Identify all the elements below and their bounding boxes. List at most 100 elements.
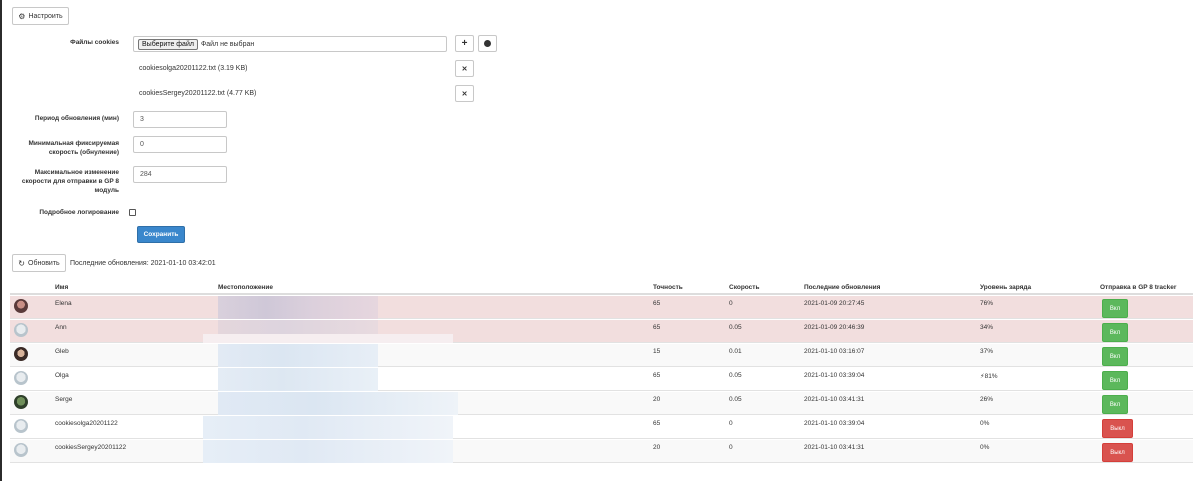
refresh-button[interactable]: ↻ Обновить [12, 254, 66, 272]
min-speed-label-line: скорость (обнуление) [48, 149, 119, 156]
settings-button[interactable]: ⚙ Настроить [12, 7, 69, 25]
toggle-send-button[interactable]: Вкл [1102, 299, 1128, 318]
avatar [14, 371, 28, 385]
location-redacted [218, 296, 378, 319]
save-button[interactable]: Сохранить [137, 226, 185, 243]
toggle-send-button[interactable]: Вкл [1102, 371, 1128, 390]
toggle-send-button[interactable]: Вкл [1102, 347, 1128, 366]
close-icon: ✕ [461, 65, 468, 73]
refresh-icon: ↻ [18, 258, 25, 268]
row-accuracy: 65 [653, 324, 661, 331]
plus-icon: + [461, 38, 468, 49]
header-name: Имя [55, 284, 69, 291]
row-name: cookiesSergey20201122 [55, 444, 127, 451]
row-name: Elena [55, 300, 72, 307]
avatar [14, 443, 28, 457]
toggle-send-button[interactable]: Выкл [1102, 419, 1133, 438]
header-accuracy: Точность [653, 284, 683, 291]
row-speed: 0 [729, 420, 733, 427]
table-row: Ann 65 0.05 2021-01-09 20:46:39 34% Вкл [10, 320, 1193, 343]
table-row: Elena 65 0 2021-01-09 20:27:45 76% Вкл [10, 296, 1193, 319]
avatar [14, 419, 28, 433]
row-battery: 76% [980, 300, 994, 307]
globe-icon [484, 40, 491, 47]
row-battery: 26% [980, 396, 994, 403]
row-updated: 2021-01-10 03:16:07 [804, 348, 865, 355]
row-updated: 2021-01-09 20:46:39 [804, 324, 865, 331]
row-updated: 2021-01-10 03:41:31 [804, 396, 865, 403]
row-accuracy: 20 [653, 396, 661, 403]
cookie-file-name: cookiesolga20201122.txt (3.19 KB) [139, 65, 248, 72]
google-login-button[interactable] [478, 35, 497, 52]
row-updated: 2021-01-10 03:39:04 [804, 420, 865, 427]
table-row: Gleb 15 0.01 2021-01-10 03:16:07 37% Вкл [10, 344, 1193, 367]
row-battery: 0% [980, 420, 990, 427]
row-name: Ann [55, 324, 67, 331]
toggle-send-button[interactable]: Вкл [1102, 395, 1128, 414]
remove-cookie-file-button[interactable]: ✕ [455, 85, 474, 102]
remove-cookie-file-button[interactable]: ✕ [455, 60, 474, 77]
row-accuracy: 20 [653, 444, 661, 451]
avatar [14, 347, 28, 361]
row-name: Olga [55, 372, 69, 379]
row-speed: 0 [729, 444, 733, 451]
row-updated: 2021-01-10 03:41:31 [804, 444, 865, 451]
min-speed-input[interactable]: 0 [133, 136, 227, 153]
refresh-button-label: Обновить [28, 259, 60, 267]
cookie-file-input[interactable]: Выберите файл Файл не выбран [133, 36, 447, 52]
table-row: Olga 65 0.05 2021-01-10 03:39:04 ⚡81% Вк… [10, 368, 1193, 391]
location-redacted [203, 416, 453, 439]
close-icon: ✕ [461, 90, 468, 98]
row-accuracy: 65 [653, 372, 661, 379]
row-speed: 0.05 [729, 372, 742, 379]
max-change-label-line: модуль [94, 187, 119, 194]
toggle-send-button[interactable]: Вкл [1102, 323, 1128, 342]
cookie-file-name: cookiesSergey20201122.txt (4.77 KB) [139, 90, 257, 97]
add-cookie-button[interactable]: + [455, 35, 474, 52]
avatar [14, 395, 28, 409]
max-change-input[interactable]: 284 [133, 166, 227, 183]
max-change-label-line: Максимальное изменение [34, 169, 119, 176]
row-speed: 0.01 [729, 348, 742, 355]
header-speed: Скорость [729, 284, 760, 291]
period-input[interactable]: 3 [133, 111, 227, 128]
avatar [14, 323, 28, 337]
row-name: Gleb [55, 348, 69, 355]
file-status: Файл не выбран [200, 40, 255, 48]
row-speed: 0 [729, 300, 733, 307]
row-battery-cell: ⚡81% [980, 372, 998, 380]
toggle-send-button[interactable]: Выкл [1102, 443, 1133, 462]
location-redacted [203, 334, 453, 343]
row-name: cookiesolga20201122 [55, 420, 118, 427]
row-accuracy: 65 [653, 300, 661, 307]
location-redacted [218, 368, 378, 391]
location-redacted [203, 440, 453, 463]
row-battery: 37% [980, 348, 994, 355]
row-battery: 0% [980, 444, 990, 451]
max-change-label-line: скорости для отправки в GP 8 [21, 178, 119, 185]
location-redacted [218, 392, 458, 415]
avatar [14, 299, 28, 313]
location-redacted [218, 344, 378, 367]
verbose-label: Подробное логирование [39, 209, 119, 216]
row-updated: 2021-01-10 03:39:04 [804, 372, 865, 379]
row-name: Serge [55, 396, 73, 403]
header-location: Местоположение [218, 284, 273, 291]
verbose-checkbox[interactable] [129, 209, 136, 216]
table-row: cookiesolga20201122 65 0 2021-01-10 03:3… [10, 416, 1193, 439]
header-battery: Уровень заряда [980, 284, 1032, 291]
settings-button-label: Настроить [28, 12, 63, 20]
row-accuracy: 15 [653, 348, 661, 355]
table-row: Serge 20 0.05 2021-01-10 03:41:31 26% Вк… [10, 392, 1193, 415]
table-row: cookiesSergey20201122 20 0 2021-01-10 03… [10, 440, 1193, 463]
choose-file-button[interactable]: Выберите файл [138, 38, 198, 50]
row-accuracy: 65 [653, 420, 661, 427]
row-updated: 2021-01-09 20:27:45 [804, 300, 865, 307]
cookies-label: Файлы cookies [70, 39, 119, 46]
header-last-update: Последние обновления [804, 284, 881, 291]
gear-icon: ⚙ [18, 11, 26, 21]
table-header: Имя Местоположение Точность Скорость Пос… [10, 281, 1193, 295]
row-speed: 0.05 [729, 396, 742, 403]
period-label: Период обновления (мин) [34, 115, 119, 122]
min-speed-label: Минимальная фиксируемая скорость (обнуле… [10, 139, 119, 157]
